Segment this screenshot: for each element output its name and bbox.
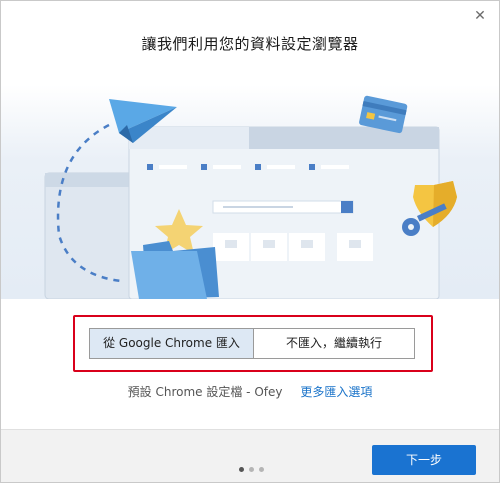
step-dot [249, 467, 254, 472]
skip-import-button[interactable]: 不匯入，繼續執行 [253, 328, 415, 359]
import-choice-group: 從 Google Chrome 匯入 不匯入，繼續執行 [73, 315, 433, 372]
browser-window-icon [44, 126, 440, 299]
profile-info: 預設 Chrome 設定檔 - Ofey 更多匯入選項 [1, 383, 499, 400]
close-icon[interactable]: ✕ [471, 7, 489, 25]
next-button[interactable]: 下一步 [372, 445, 476, 475]
step-dot [259, 467, 264, 472]
dialog-title: 讓我們利用您的資料設定瀏覽器 [141, 35, 359, 53]
more-import-options-link[interactable]: 更多匯入選項 [300, 385, 372, 399]
profile-label: 預設 Chrome 設定檔 - Ofey [127, 385, 283, 399]
step-indicator [239, 457, 269, 476]
step-dot [239, 467, 244, 472]
import-dialog: ✕ 讓我們利用您的資料設定瀏覽器 從 Google Chrome 匯入 不匯入，… [0, 0, 500, 483]
dialog-footer: 下一步 [1, 429, 499, 482]
import-from-chrome-button[interactable]: 從 Google Chrome 匯入 [89, 328, 253, 359]
hero-illustration [1, 85, 499, 299]
